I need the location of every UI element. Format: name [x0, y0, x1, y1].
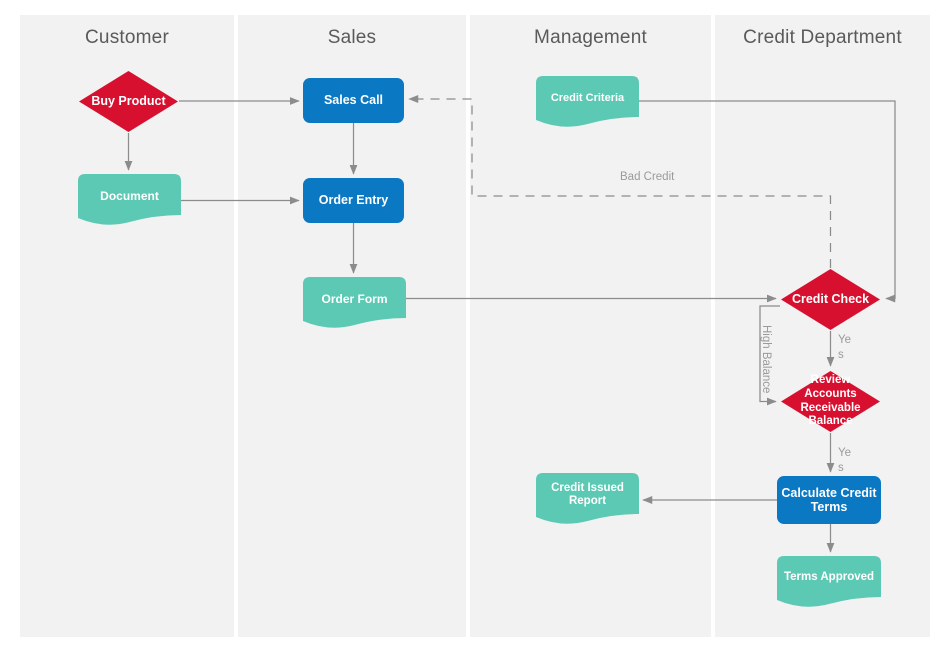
node-document[interactable]: Document: [78, 174, 181, 227]
node-credit-criteria[interactable]: Credit Criteria: [536, 76, 639, 129]
node-label: Calculate Credit Terms: [781, 485, 877, 514]
node-sales-call[interactable]: Sales Call: [303, 78, 404, 123]
node-buy-product[interactable]: Buy Product: [78, 70, 179, 133]
node-label: Sales Call: [323, 93, 384, 108]
edge-label-yes-review-balance-top: Ye: [838, 447, 852, 459]
edge-label-high-balance: High Balance: [760, 325, 772, 394]
edge-label-bad-credit: Bad Credit: [620, 171, 675, 183]
edge-label-yes-review-balance-bottom: s: [838, 462, 844, 474]
node-review-accounts-receivable-balance[interactable]: Review Accounts Receivable Balance: [780, 370, 881, 433]
node-order-form[interactable]: Order Form: [303, 277, 406, 330]
node-label: Buy Product: [91, 94, 166, 109]
node-label: Order Entry: [318, 193, 389, 208]
node-credit-issued-report[interactable]: Credit Issued Report: [536, 473, 639, 526]
node-calculate-credit-terms[interactable]: Calculate Credit Terms: [777, 476, 881, 524]
node-label: Order Form: [321, 291, 388, 306]
edge-label-yes-credit-check-top: Ye: [838, 334, 852, 346]
edge-label-yes-credit-check-bottom: s: [838, 349, 844, 361]
node-label: Review Accounts Receivable Balance: [800, 374, 861, 428]
node-credit-check[interactable]: Credit Check: [780, 268, 881, 331]
node-label: Terms Approved: [783, 571, 875, 584]
node-order-entry[interactable]: Order Entry: [303, 178, 404, 223]
node-terms-approved[interactable]: Terms Approved: [777, 556, 881, 609]
node-label: Document: [100, 188, 159, 203]
node-label: Credit Issued Report: [551, 481, 624, 507]
node-label: Credit Check: [791, 292, 870, 307]
node-label: Credit Criteria: [550, 91, 625, 104]
flowchart-canvas: Customer Sales Management Credit Departm…: [0, 0, 951, 655]
